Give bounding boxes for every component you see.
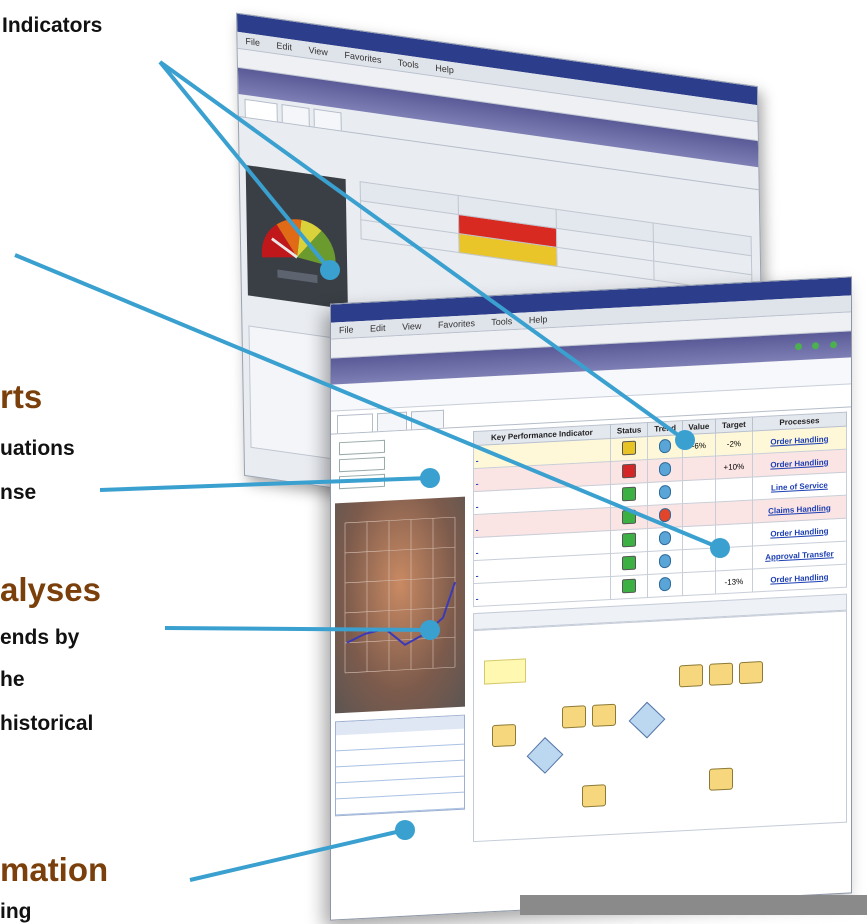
label-indicators: Indicators bbox=[2, 14, 103, 37]
pointer-line-indicators-table bbox=[158, 60, 687, 442]
bottom-screenshot-edge bbox=[520, 895, 867, 915]
pointer-dot bbox=[420, 468, 440, 488]
pointer-line-information bbox=[189, 828, 406, 882]
label-analyses-heading: alyses bbox=[0, 571, 101, 608]
label-analyses-line2: he bbox=[0, 668, 25, 691]
label-information-line1: ing bbox=[0, 900, 32, 923]
label-analyses-line3: historical bbox=[0, 712, 94, 735]
pointer-dot bbox=[675, 430, 695, 450]
pointer-line-table-row bbox=[14, 253, 721, 550]
pointer-line-alerts bbox=[99, 476, 431, 492]
label-alerts-line2: nse bbox=[0, 481, 37, 504]
label-analyses-line1: ends by bbox=[0, 626, 80, 649]
label-information-heading: mation bbox=[0, 851, 109, 888]
pointer-dot bbox=[320, 260, 340, 280]
label-alerts-line1: uations bbox=[0, 437, 75, 460]
pointer-line-analyses bbox=[164, 626, 431, 632]
pointer-dot bbox=[395, 820, 415, 840]
pointer-lines bbox=[14, 60, 730, 882]
pointer-dot bbox=[420, 620, 440, 640]
pointer-dot bbox=[710, 538, 730, 558]
label-alerts-heading: rts bbox=[0, 378, 43, 415]
